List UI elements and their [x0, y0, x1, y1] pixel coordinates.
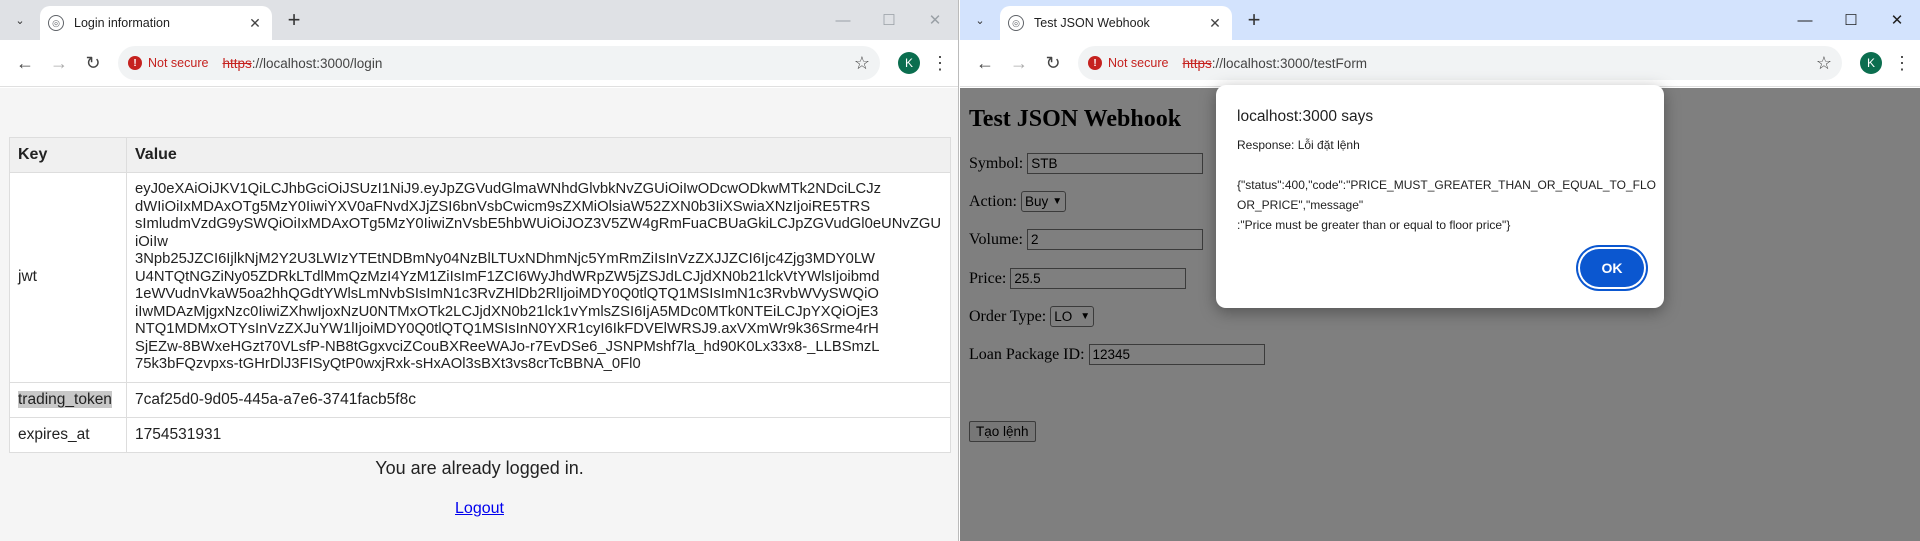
expires-at-value-cell: 1754531931: [126, 416, 951, 453]
tab-search-chevron-icon[interactable]: ⌄: [968, 8, 992, 32]
jwt-line: 1eWVudnVkaW5oa2hhQGdtYWlsLmNvbSIsImN1c3R…: [135, 286, 879, 302]
browser-toolbar: ← → ↻ ! Not secure https://localhost:300…: [0, 40, 958, 87]
dialog-message-line: {"status":400,"code":"PRICE_MUST_GREATER…: [1237, 178, 1657, 192]
jwt-line: dWIiOiIxMDAxOTg5MzY0IiwiYXV0aFNvdXJjZSI6…: [135, 198, 871, 215]
back-arrow-icon[interactable]: ←: [8, 46, 42, 80]
jwt-line: NTQ1MDMxOTYsInVzZXJuYW1lIjoiMDY0Q0tlQTQ1…: [135, 321, 879, 337]
table-row: expires_at 1754531931: [9, 416, 951, 453]
back-arrow-icon[interactable]: ←: [968, 46, 1002, 80]
bookmark-star-icon[interactable]: ☆: [854, 53, 870, 74]
jwt-line: SjEZw-8BWxeHGzt70VLsfP-NB8tGgxvciZCouBXR…: [135, 338, 880, 355]
table-row: jwt eyJ0eXAiOiJKV1QiLCJhbGciOiJSUzI1NiJ9…: [9, 172, 951, 383]
trading-token-key-cell: trading_token: [9, 381, 127, 418]
maximize-icon[interactable]: ☐: [866, 0, 912, 40]
dialog-message-line: OR_PRICE","message": [1237, 198, 1364, 212]
ok-button[interactable]: OK: [1580, 249, 1644, 287]
jwt-line: 75k3bFQzvpxs-tGHrDlJ3FISyQtP0wxjRxk-sHxA…: [135, 356, 641, 372]
not-secure-label[interactable]: Not secure: [148, 56, 208, 70]
minimize-icon[interactable]: —: [820, 0, 866, 40]
tab-strip: ⌄ ◎ Test JSON Webhook ✕ + — ☐ ✕: [960, 0, 1920, 40]
reload-icon[interactable]: ↻: [1036, 46, 1070, 80]
window-controls: — ☐ ✕: [1782, 0, 1920, 40]
selected-text: trading_token: [18, 390, 112, 408]
trading-token-value-cell: 7caf25d0-9d05-445a-a7e6-3741facb5f8c: [126, 381, 951, 418]
globe-icon: ◎: [48, 15, 64, 31]
profile-avatar[interactable]: K: [898, 52, 920, 74]
dialog-response: Response: Lỗi đặt lệnh: [1237, 138, 1360, 152]
tab-search-chevron-icon[interactable]: ⌄: [8, 8, 32, 32]
dialog-title: localhost:3000 says: [1237, 108, 1374, 125]
column-header-key: Key: [9, 137, 127, 173]
profile-avatar[interactable]: K: [1860, 52, 1882, 74]
menu-kebab-icon[interactable]: ⋮: [1892, 53, 1912, 74]
url-path: ://localhost:3000/testForm: [1211, 55, 1368, 71]
globe-icon: ◎: [1008, 15, 1024, 31]
forward-arrow-icon[interactable]: →: [42, 46, 76, 80]
tab-login-information[interactable]: ◎ Login information ✕: [40, 6, 272, 40]
expires-at-key-cell: expires_at: [9, 416, 127, 453]
close-icon[interactable]: ✕: [246, 15, 264, 32]
jwt-key-cell: jwt: [9, 172, 127, 383]
minimize-icon[interactable]: —: [1782, 0, 1828, 40]
warning-icon: !: [128, 56, 142, 70]
maximize-icon[interactable]: ☐: [1828, 0, 1874, 40]
new-tab-plus-icon[interactable]: +: [1242, 8, 1266, 32]
jwt-line: U4NTQtNGZiNy05ZDRkLTdlMmQzMzI4YzM1ZiIsIm…: [135, 268, 880, 285]
table-header-row: Key Value: [9, 137, 951, 173]
window-controls: — ☐ ✕: [820, 0, 958, 40]
jwt-line: sImludmVzdG9ySWQiOiIxMDAxOTg5MzY0IiwiZnV…: [135, 216, 942, 250]
dialog-message-line: :"Price must be greater than or equal to…: [1237, 218, 1511, 232]
jwt-line: 3Npb25JZCI6IjlkNjM2Y2U3LWIzYTEtNDBmNy04N…: [135, 251, 875, 267]
table-row: trading_token 7caf25d0-9d05-445a-a7e6-37…: [9, 381, 951, 418]
menu-kebab-icon[interactable]: ⋮: [930, 53, 950, 74]
close-window-icon[interactable]: ✕: [1874, 0, 1920, 40]
not-secure-label[interactable]: Not secure: [1108, 56, 1168, 70]
url-path: ://localhost:3000/login: [251, 55, 383, 71]
browser-window-left: ⌄ ◎ Login information ✕ + — ☐ ✕ ← → ↻ ! …: [0, 0, 959, 541]
browser-toolbar: ← → ↻ ! Not secure https://localhost:300…: [960, 40, 1920, 87]
jwt-line: eyJ0eXAiOiJKV1QiLCJhbGciOiJSUzI1NiJ9.eyJ…: [135, 181, 882, 197]
logged-in-message: You are already logged in.: [375, 458, 584, 478]
close-icon[interactable]: ✕: [1206, 15, 1224, 32]
page-content: Key Value jwt eyJ0eXAiOiJKV1QiLCJhbGciOi…: [0, 88, 958, 541]
address-bar[interactable]: ! Not secure https://localhost:3000/test…: [1078, 46, 1842, 80]
logout-link[interactable]: Logout: [0, 500, 958, 518]
new-tab-plus-icon[interactable]: +: [282, 8, 306, 32]
url-scheme: https: [222, 55, 252, 71]
warning-icon: !: [1088, 56, 1102, 70]
alert-dialog: localhost:3000 says Response: Lỗi đặt lệ…: [1216, 85, 1664, 308]
tab-test-json-webhook[interactable]: ◎ Test JSON Webhook ✕: [1000, 6, 1232, 40]
jwt-value-cell: eyJ0eXAiOiJKV1QiLCJhbGciOiJSUzI1NiJ9.eyJ…: [126, 172, 951, 383]
url-scheme: https: [1182, 55, 1212, 71]
login-info-table: Key Value jwt eyJ0eXAiOiJKV1QiLCJhbGciOi…: [9, 137, 951, 453]
tab-strip: ⌄ ◎ Login information ✕ + — ☐ ✕: [0, 0, 958, 40]
bookmark-star-icon[interactable]: ☆: [1816, 53, 1832, 74]
reload-icon[interactable]: ↻: [76, 46, 110, 80]
close-window-icon[interactable]: ✕: [912, 0, 958, 40]
tab-title: Login information: [74, 16, 170, 30]
forward-arrow-icon[interactable]: →: [1002, 46, 1036, 80]
address-bar[interactable]: ! Not secure https://localhost:3000/logi…: [118, 46, 880, 80]
column-header-value: Value: [126, 137, 951, 173]
jwt-line: iIwMDAzMjgxNzc0IiwiZXhwIjoxNzU0NTMxOTk2L…: [135, 303, 879, 320]
tab-title: Test JSON Webhook: [1034, 16, 1150, 30]
